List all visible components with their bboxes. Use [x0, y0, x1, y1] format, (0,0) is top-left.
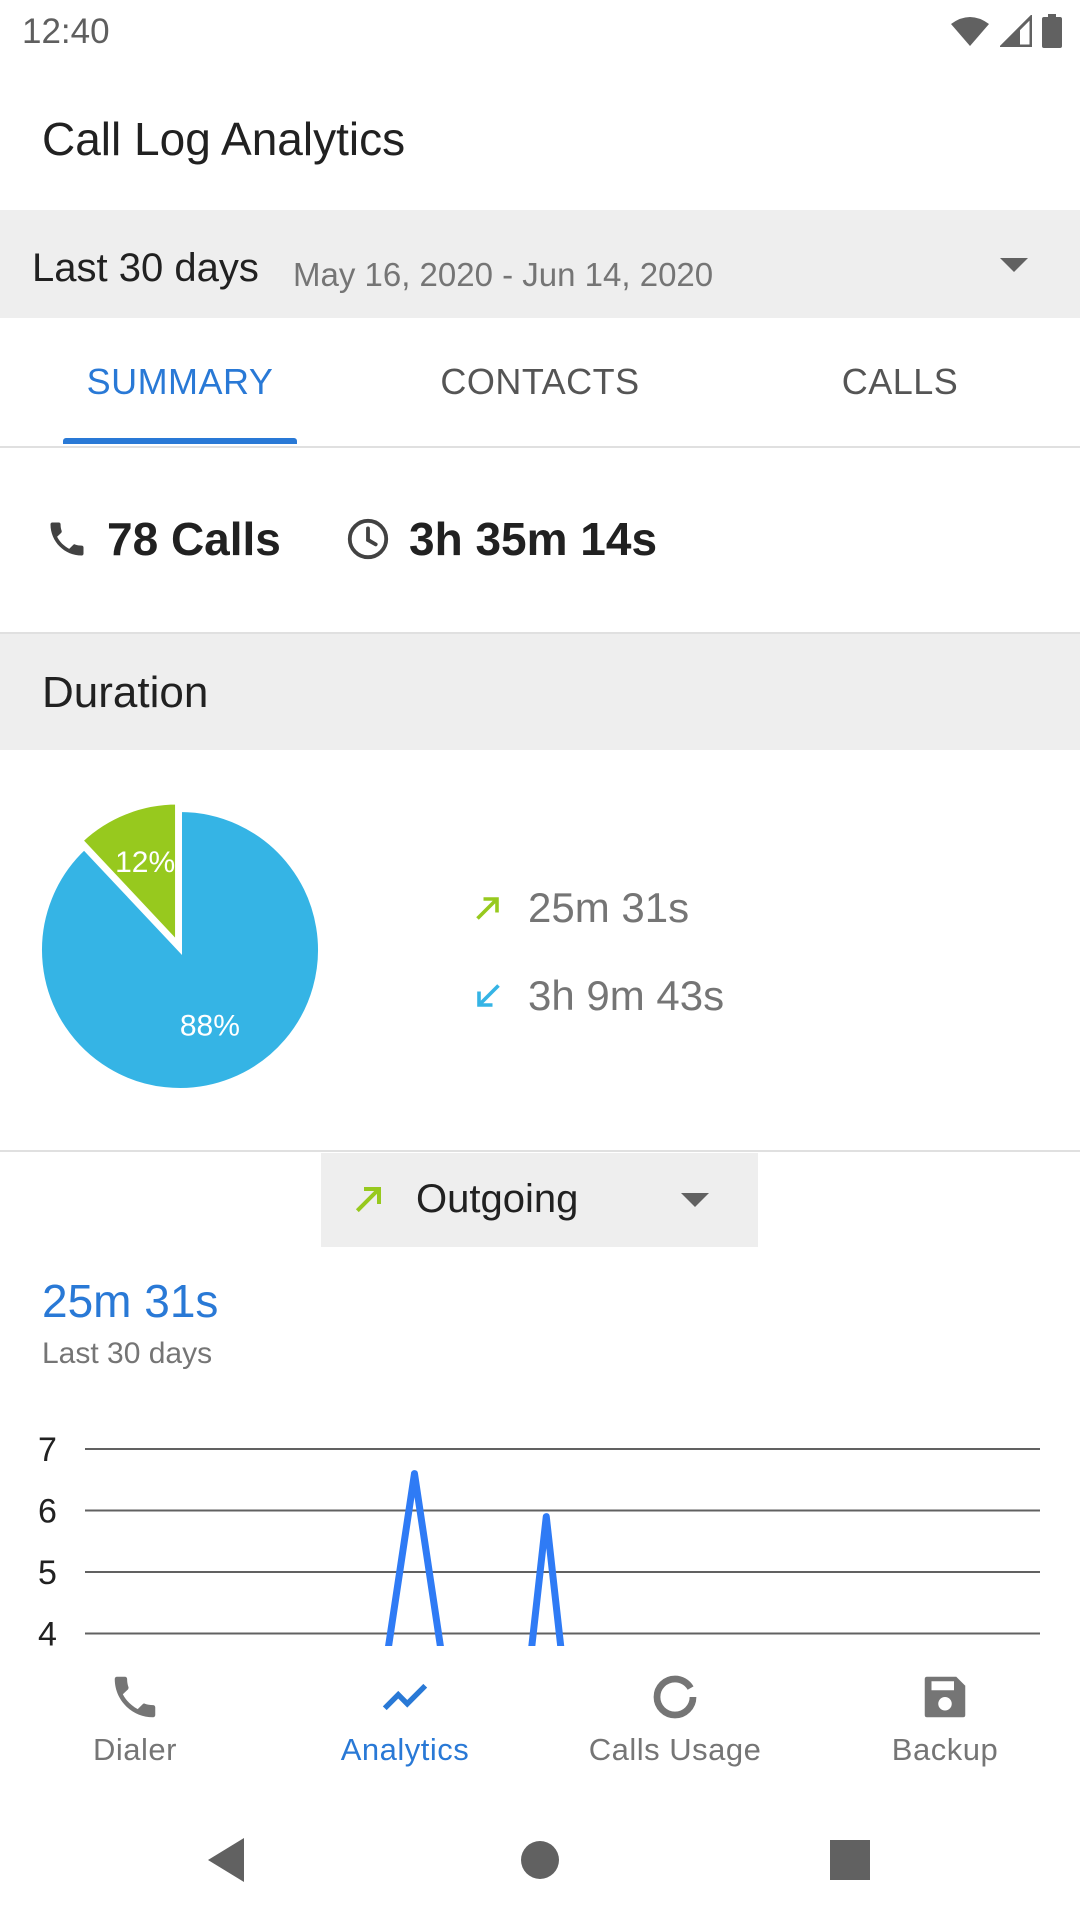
nav-backup[interactable]: Backup	[810, 1646, 1080, 1796]
total-duration: 3h 35m 14s	[409, 513, 658, 565]
battery-icon	[1042, 14, 1062, 48]
status-icons	[950, 14, 1062, 48]
duration-breakdown: 12% 88% 25m 31s 3h 9m 43s	[0, 752, 1080, 1152]
nav-calls-usage[interactable]: Calls Usage	[540, 1646, 810, 1796]
chevron-down-icon	[681, 1193, 709, 1207]
phone-icon	[114, 1676, 156, 1718]
nav-label: Calls Usage	[588, 1732, 762, 1767]
duration-pie-chart: 12% 88%	[38, 800, 322, 1092]
nav-label: Analytics	[340, 1732, 470, 1767]
calls-count-stat: 78 Calls	[45, 512, 281, 566]
clock-icon	[347, 518, 389, 560]
calls-count: 78 Calls	[107, 513, 281, 565]
cellular-signal-icon	[1000, 15, 1032, 47]
nav-label: Backup	[891, 1732, 999, 1767]
chart-total-duration: 25m 31s	[42, 1275, 219, 1327]
pie-label-outgoing: 12%	[115, 846, 175, 879]
line-series-peak	[528, 1513, 565, 1646]
direction-selected: Outgoing	[416, 1177, 579, 1221]
chevron-down-icon	[1000, 258, 1028, 272]
nav-dialer[interactable]: Dialer	[0, 1646, 270, 1796]
direction-dropdown[interactable]: Outgoing	[321, 1153, 758, 1247]
status-bar: 12:40	[0, 0, 1080, 64]
total-duration-stat: 3h 35m 14s	[345, 512, 657, 566]
recents-icon[interactable]	[830, 1840, 870, 1880]
date-range-selector[interactable]: Last 30 days May 16, 2020 - Jun 14, 2020	[0, 210, 1080, 318]
tab-summary[interactable]: SUMMARY	[0, 318, 360, 446]
line-series-peak	[385, 1470, 444, 1646]
status-time: 12:40	[22, 12, 110, 51]
y-tick-label: 5	[38, 1554, 57, 1592]
phone-icon	[50, 522, 84, 556]
outgoing-duration: 25m 31s	[528, 884, 690, 931]
range-label: Last 30 days	[32, 246, 259, 290]
back-icon[interactable]	[204, 1836, 248, 1884]
chart-subtitle: Last 30 days	[42, 1337, 213, 1370]
y-tick-label: 7	[38, 1431, 57, 1469]
tab-indicator	[63, 438, 297, 444]
nav-analytics[interactable]: Analytics	[270, 1646, 540, 1796]
pie-slice-incoming	[38, 807, 322, 1092]
section-title: Duration	[42, 668, 209, 717]
tab-contacts[interactable]: CONTACTS	[360, 318, 720, 446]
donut-icon	[653, 1675, 697, 1719]
bottom-navigation: Dialer Analytics Calls Usage Backup	[0, 1646, 1080, 1796]
incoming-duration: 3h 9m 43s	[528, 972, 725, 1019]
summary-stats: 78 Calls 3h 35m 14s	[0, 448, 1080, 634]
nav-label: Dialer	[93, 1732, 177, 1767]
duration-line-chart: 7 6 5 4	[0, 1400, 1080, 1646]
duration-section-header: Duration	[0, 634, 1080, 750]
home-icon[interactable]	[520, 1840, 560, 1880]
range-dates: May 16, 2020 - Jun 14, 2020	[293, 256, 714, 293]
page-title: Call Log Analytics	[42, 113, 406, 165]
tab-bar: SUMMARY CONTACTS CALLS	[0, 318, 1080, 448]
legend-incoming: 3h 9m 43s	[470, 972, 724, 1020]
trending-up-icon	[382, 1683, 428, 1711]
floppy-disk-icon	[924, 1676, 966, 1718]
arrow-up-right-icon	[476, 897, 499, 920]
legend-outgoing: 25m 31s	[470, 884, 689, 932]
system-navigation-bar	[0, 1796, 1080, 1920]
arrow-up-right-icon	[355, 1187, 381, 1213]
pie-label-incoming: 88%	[180, 1009, 240, 1042]
arrow-down-left-icon	[477, 984, 500, 1007]
wifi-icon	[951, 17, 989, 46]
y-tick-label: 6	[38, 1493, 57, 1531]
y-tick-label: 4	[38, 1616, 57, 1647]
tab-calls[interactable]: CALLS	[720, 318, 1080, 446]
